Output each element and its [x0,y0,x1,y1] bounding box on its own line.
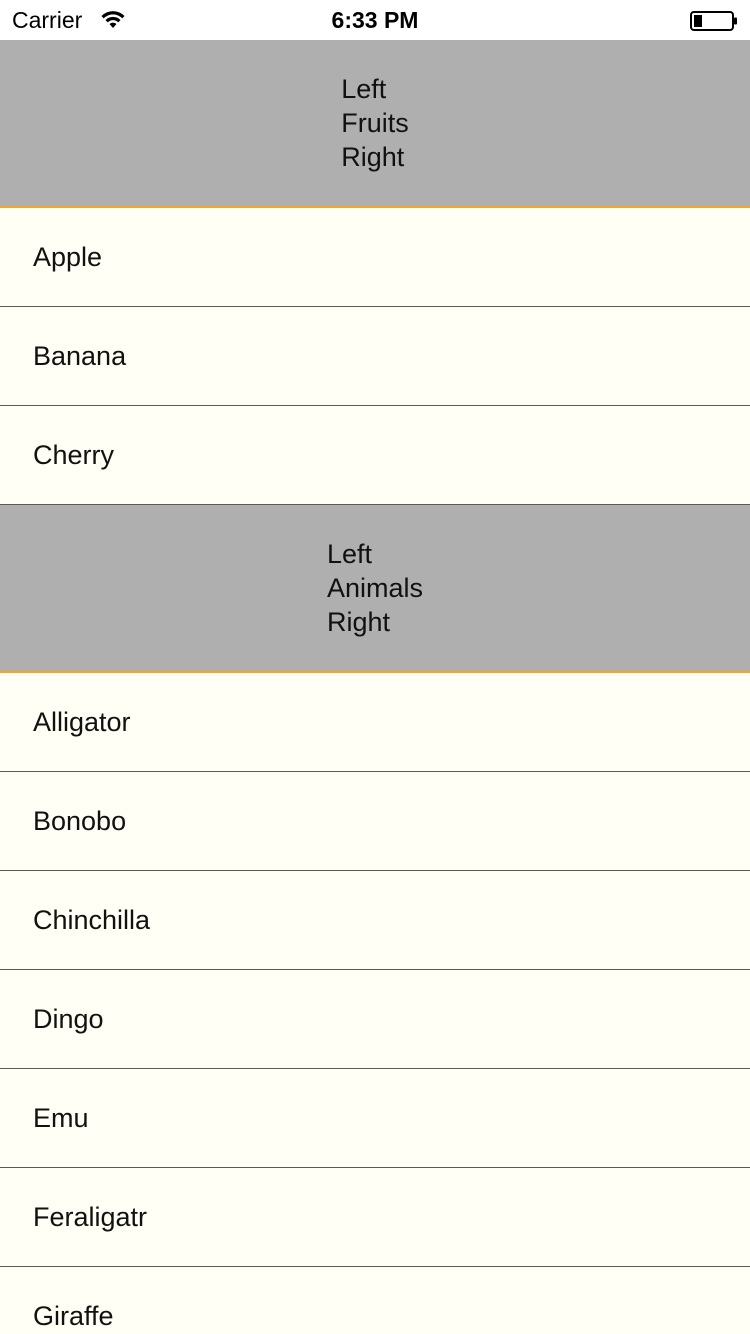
table-row[interactable]: Alligator [0,673,750,772]
header-left-label: Left [326,539,373,569]
table-row[interactable]: Chinchilla [0,871,750,970]
row-label: Apple [33,242,103,272]
row-label: Giraffe [33,1301,114,1331]
battery-icon [690,11,737,31]
header-title-label: Animals [326,573,424,603]
table-row[interactable]: Cherry [0,406,750,505]
table-view[interactable]: Left Fruits Right Apple Banana Cherry Le… [0,40,750,1334]
table-row[interactable]: Feraligatr [0,1168,750,1267]
row-label: Emu [33,1103,89,1133]
header-label-stack: Left Animals Right [327,537,423,639]
header-right-label: Right [341,142,405,172]
table-row[interactable]: Dingo [0,970,750,1069]
header-label-stack: Left Fruits Right [341,72,409,174]
table-row[interactable]: Emu [0,1069,750,1168]
screen: Carrier 6:33 PM Left Fruits Right Apple … [0,0,750,1334]
header-right-label: Right [326,607,391,637]
row-label: Cherry [33,440,115,470]
row-label: Banana [33,341,127,371]
row-label: Alligator [33,707,131,737]
status-bar: Carrier 6:33 PM [0,0,750,40]
clock-label: 6:33 PM [331,7,419,33]
header-title-label: Fruits [341,108,409,138]
row-label: Feraligatr [33,1202,148,1232]
section-header-animals: Left Animals Right [0,505,750,673]
table-row[interactable]: Banana [0,307,750,406]
row-label: Bonobo [33,806,127,836]
table-row[interactable]: Apple [0,208,750,307]
section-header-fruits: Left Fruits Right [0,40,750,208]
table-row[interactable]: Bonobo [0,772,750,871]
table-row[interactable]: Giraffe [0,1267,750,1334]
row-label: Chinchilla [33,905,151,935]
header-left-label: Left [341,74,387,104]
row-label: Dingo [33,1004,104,1034]
